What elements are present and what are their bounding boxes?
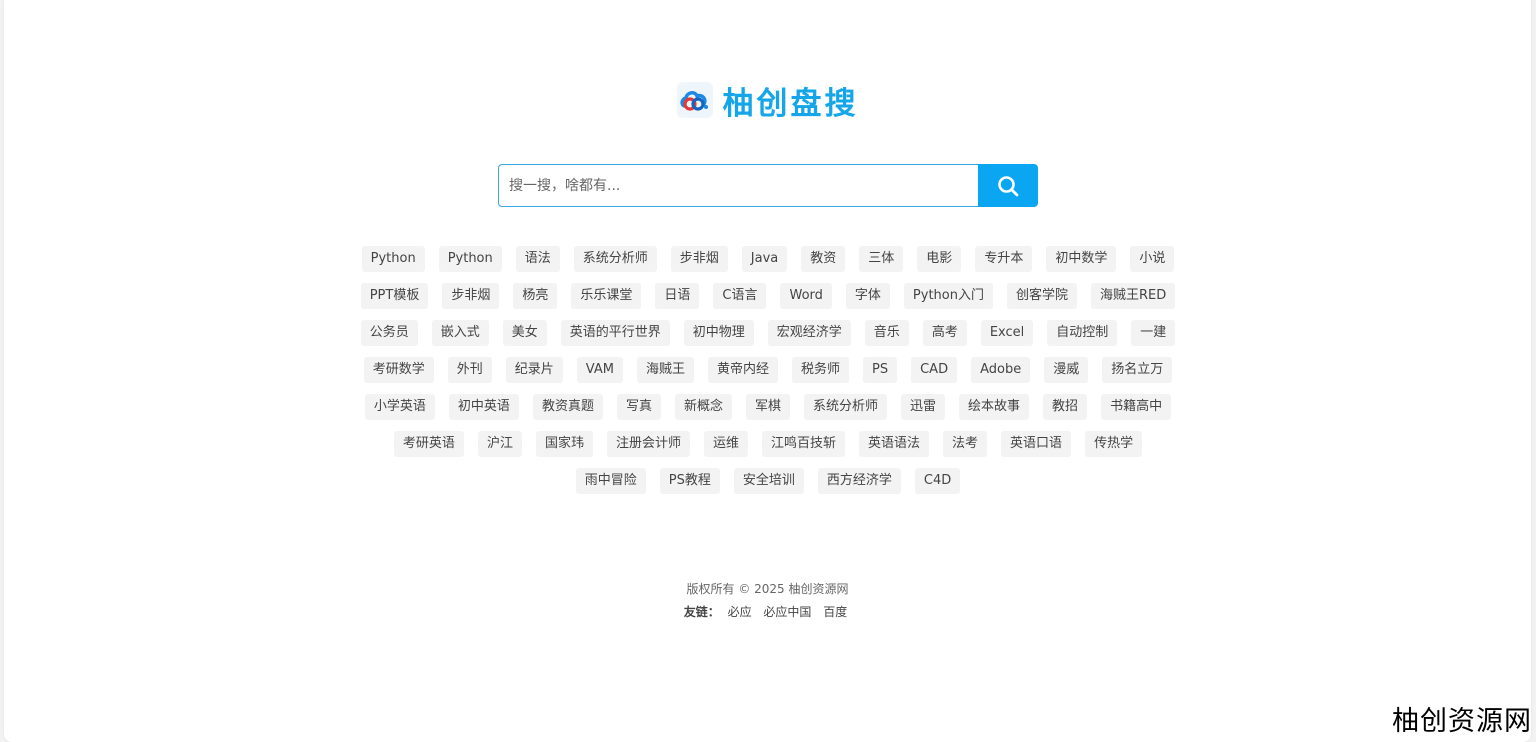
hot-tag[interactable]: 扬名立万 <box>1102 357 1173 383</box>
hot-tag[interactable]: 英语口语 <box>1001 431 1072 457</box>
hot-tag[interactable]: 步非烟 <box>670 246 728 272</box>
hot-tag[interactable]: C语言 <box>713 283 767 309</box>
hot-tag[interactable]: 传热学 <box>1085 431 1143 457</box>
hot-tag[interactable]: 漫威 <box>1044 357 1089 383</box>
hot-tag[interactable]: 乐乐课堂 <box>571 283 642 309</box>
hot-tag[interactable]: 宏观经济学 <box>767 320 851 346</box>
friend-links-label: 友链： <box>683 605 720 619</box>
friend-link-bing-china[interactable]: 必应中国 <box>763 605 811 619</box>
hot-tag[interactable]: 雨中冒险 <box>575 468 646 494</box>
hot-tag[interactable]: 考研英语 <box>393 431 464 457</box>
friend-link-baidu[interactable]: 百度 <box>823 605 847 619</box>
hot-tag[interactable]: 创客学院 <box>1006 283 1077 309</box>
hot-tag[interactable]: 初中物理 <box>683 320 754 346</box>
hot-tag[interactable]: 注册会计师 <box>606 431 690 457</box>
hot-tag[interactable]: 税务师 <box>792 357 850 383</box>
hot-tag[interactable]: PPT模板 <box>360 283 429 309</box>
hot-tag[interactable]: 军棋 <box>745 394 790 420</box>
hot-tag[interactable]: 步非烟 <box>442 283 500 309</box>
watermark-text: 柚创资源网 <box>1392 706 1532 737</box>
hot-tag[interactable]: 法考 <box>943 431 988 457</box>
search-form <box>498 164 1038 207</box>
hot-tag[interactable]: 书籍高中 <box>1101 394 1172 420</box>
hot-tag[interactable]: 小学英语 <box>364 394 435 420</box>
friend-links: 友链： 必应 必应中国 百度 <box>4 603 1531 621</box>
hot-tag[interactable]: 绘本故事 <box>959 394 1030 420</box>
hot-tag[interactable]: 考研数学 <box>363 357 434 383</box>
page: 柚创盘搜 PythonPython语法系统分析师步非烟Java教资三体电影专升本… <box>4 0 1531 742</box>
hot-tag[interactable]: 自动控制 <box>1047 320 1118 346</box>
hot-tag[interactable]: 杨亮 <box>513 283 558 309</box>
hot-tags: Python Python 语法 系统分析师 步非烟 Java 教资 三体 电影 专升本 初中数学小… <box>358 246 1178 494</box>
hot-tag[interactable]: 日语 <box>655 283 700 309</box>
hot-tag[interactable]: PS教程 <box>659 468 720 494</box>
hot-tag[interactable]: 写真 <box>616 394 661 420</box>
hot-tag[interactable]: Word <box>780 283 832 309</box>
hot-tag[interactable]: 江鸣百技斩 <box>762 431 846 457</box>
hot-tag[interactable]: 运维 <box>703 431 748 457</box>
hot-tag[interactable]: 沪江 <box>477 431 522 457</box>
hot-tag[interactable]: 字体 <box>845 283 890 309</box>
hot-tag[interactable]: 海贼王 <box>636 357 694 383</box>
search-button[interactable] <box>978 164 1038 207</box>
hot-tag[interactable]: PS <box>863 357 898 383</box>
search-input[interactable] <box>498 164 978 207</box>
hot-tag[interactable]: 国家玮 <box>535 431 593 457</box>
hot-tag[interactable]: 语法 <box>515 246 560 272</box>
hot-tag[interactable]: 西方经济学 <box>817 468 901 494</box>
hot-tag[interactable]: 初中英语 <box>448 394 519 420</box>
hot-tag[interactable]: 三体 <box>859 246 904 272</box>
hot-tag[interactable]: 电影 <box>917 246 962 272</box>
hot-tag[interactable]: Python入门 <box>903 283 993 309</box>
hot-tag[interactable]: 教招 <box>1043 394 1088 420</box>
site-title: 柚创盘搜 <box>722 85 859 122</box>
hot-tag[interactable]: 美女 <box>502 320 547 346</box>
hot-tag[interactable]: 海贼王RED <box>1091 283 1176 309</box>
hot-tag[interactable]: 初中数学 <box>1046 246 1117 272</box>
hot-tag[interactable]: Excel <box>980 320 1034 346</box>
hot-tag[interactable]: 系统分析师 <box>573 246 657 272</box>
hot-tag[interactable]: Adobe <box>971 357 1031 383</box>
cloud-link-logo-icon <box>676 82 713 118</box>
hot-tag[interactable]: 教资 <box>801 246 846 272</box>
hot-tag[interactable]: 新概念 <box>674 394 732 420</box>
hot-tag[interactable]: 专升本 <box>975 246 1033 272</box>
search-icon <box>998 175 1019 196</box>
friend-link-bing[interactable]: 必应 <box>728 605 752 619</box>
hot-tag[interactable]: 高考 <box>922 320 967 346</box>
hot-tag[interactable]: Java <box>741 246 788 272</box>
hot-tag[interactable]: 迅雷 <box>901 394 946 420</box>
hot-tag[interactable]: 嵌入式 <box>431 320 489 346</box>
copyright-text: 版权所有 © 2025 柚创资源网 <box>686 582 849 596</box>
hot-tag[interactable]: 英语语法 <box>859 431 930 457</box>
hot-tag[interactable]: 黄帝内经 <box>707 357 778 383</box>
hot-tag[interactable]: 安全培训 <box>733 468 804 494</box>
hot-tag[interactable]: 公务员 <box>360 320 418 346</box>
hot-tag[interactable]: 一建 <box>1131 320 1176 346</box>
hot-tag[interactable]: 英语的平行世界 <box>560 320 670 346</box>
hot-tag[interactable]: 纪录片 <box>505 357 563 383</box>
hot-tag[interactable]: 小说 <box>1130 246 1175 272</box>
hot-tag[interactable]: 音乐 <box>864 320 909 346</box>
hot-tag[interactable]: Python <box>361 246 425 272</box>
logo[interactable]: 柚创盘搜 <box>4 80 1531 122</box>
hot-tag[interactable]: 系统分析师 <box>804 394 888 420</box>
hot-tag[interactable]: VAM <box>576 357 623 383</box>
hot-tag[interactable]: C4D <box>914 468 961 494</box>
hot-tag[interactable]: CAD <box>911 357 958 383</box>
footer: 版权所有 © 2025 柚创资源网 友链： 必应 必应中国 百度 <box>4 580 1531 621</box>
hot-tag[interactable]: 外刊 <box>447 357 492 383</box>
hot-tag[interactable]: 教资真题 <box>532 394 603 420</box>
hot-tag[interactable]: Python <box>438 246 502 272</box>
